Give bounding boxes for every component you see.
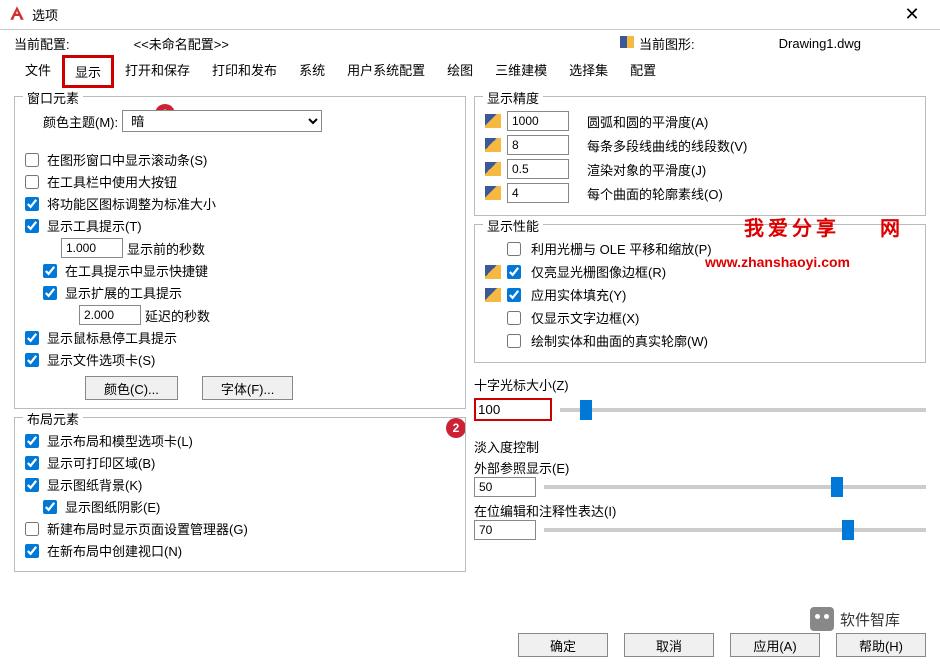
cb-layout-tabs[interactable] xyxy=(25,434,39,448)
arc-smooth-input[interactable] xyxy=(507,111,569,131)
profile-label: 当前配置: xyxy=(14,34,70,53)
tab-plot[interactable]: 打印和发布 xyxy=(201,55,288,88)
crosshair-input[interactable] xyxy=(478,402,548,417)
crosshair-slider[interactable] xyxy=(560,408,926,412)
xref-label: 外部参照显示(E) xyxy=(474,458,926,477)
theme-label: 颜色主题(M): xyxy=(43,112,118,131)
cb-true-sil[interactable] xyxy=(507,334,521,348)
wechat-icon xyxy=(810,607,834,631)
brand-icon xyxy=(485,138,501,152)
edit-input[interactable] xyxy=(474,520,536,540)
cb-tooltip-ext[interactable] xyxy=(43,286,57,300)
tab-drafting[interactable]: 绘图 xyxy=(436,55,484,88)
cb-tooltip[interactable] xyxy=(25,219,39,233)
cb-pan-ole[interactable] xyxy=(507,242,521,256)
seg-input[interactable] xyxy=(507,135,569,155)
cb-print-area[interactable] xyxy=(25,456,39,470)
group-title: 窗口元素 xyxy=(23,88,83,107)
crosshair-label: 十字光标大小(Z) xyxy=(474,375,926,394)
tab-file[interactable]: 文件 xyxy=(14,55,62,88)
cb-text-frame[interactable] xyxy=(507,311,521,325)
brand-icon xyxy=(485,114,501,128)
cb-paper-shadow[interactable] xyxy=(43,500,57,514)
brand-icon xyxy=(485,162,501,176)
group-display-precision: 显示精度 圆弧和圆的平滑度(A) 每条多段线曲线的线段数(V) 渲染对象的平滑度… xyxy=(474,96,926,216)
group-crosshair: 十字光标大小(Z) xyxy=(474,371,926,425)
title-bar: 选项 ✕ xyxy=(0,0,940,30)
group-layout-elements: 布局元素 显示布局和模型选项卡(L) 显示可打印区域(B) 显示图纸背景(K) … xyxy=(14,417,466,572)
brand-icon xyxy=(485,265,501,279)
cb-paper-bg[interactable] xyxy=(25,478,39,492)
group-title: 显示精度 xyxy=(483,88,543,107)
watermark-text-1b: 网 xyxy=(880,212,900,241)
cb-tooltip-shortcut[interactable] xyxy=(43,264,57,278)
group-title: 布局元素 xyxy=(23,409,83,428)
xref-slider[interactable] xyxy=(544,485,926,489)
cb-file-tabs[interactable] xyxy=(25,353,39,367)
watermark-text-1a: 我爱分享 xyxy=(744,212,840,241)
ok-button[interactable]: 确定 xyxy=(518,633,608,657)
cancel-button[interactable]: 取消 xyxy=(624,633,714,657)
cb-bigbtn[interactable] xyxy=(25,175,39,189)
fade-title: 淡入度控制 xyxy=(474,437,926,456)
group-display-performance: 显示性能 利用光栅与 OLE 平移和缩放(P) 仅亮显光栅图像边框(R) 应用实… xyxy=(474,224,926,363)
cb-scrollbar[interactable] xyxy=(25,153,39,167)
brand-icon xyxy=(485,186,501,200)
tab-open-save[interactable]: 打开和保存 xyxy=(114,55,201,88)
window-title: 选项 xyxy=(32,5,892,24)
tab-strip: 文件 显示 打开和保存 打印和发布 系统 用户系统配置 绘图 三维建模 选择集 … xyxy=(0,55,940,88)
help-button[interactable]: 帮助(H) xyxy=(836,633,926,657)
cb-hover-tip[interactable] xyxy=(25,331,39,345)
font-button[interactable]: 字体(F)... xyxy=(202,376,293,400)
tooltip-delay-input[interactable] xyxy=(79,305,141,325)
cb-solid-fill[interactable] xyxy=(507,288,521,302)
edit-label: 在位编辑和注释性表达(I) xyxy=(474,501,926,520)
theme-select[interactable]: 暗 xyxy=(122,110,322,132)
tooltip-sec-input[interactable] xyxy=(61,238,123,258)
xref-input[interactable] xyxy=(474,477,536,497)
tab-display[interactable]: 显示 xyxy=(62,55,114,88)
header-info: 当前配置: <<未命名配置>> 当前图形: Drawing1.dwg xyxy=(0,30,940,55)
watermark-text-3: 软件智库 xyxy=(810,607,900,631)
render-input[interactable] xyxy=(507,159,569,179)
color-button[interactable]: 颜色(C)... xyxy=(85,376,178,400)
profile-value: <<未命名配置>> xyxy=(134,34,229,53)
watermark-text-2: www.zhanshaoyi.com xyxy=(705,254,850,270)
dwg-icon xyxy=(619,34,635,53)
surf-input[interactable] xyxy=(507,183,569,203)
drawing-value: Drawing1.dwg xyxy=(779,36,861,51)
tab-profiles[interactable]: 配置 xyxy=(619,55,667,88)
apply-button[interactable]: 应用(A) xyxy=(730,633,820,657)
tab-system[interactable]: 系统 xyxy=(288,55,336,88)
brand-icon xyxy=(485,288,501,302)
cb-ribbon-std[interactable] xyxy=(25,197,39,211)
edit-slider[interactable] xyxy=(544,528,926,532)
cb-page-setup[interactable] xyxy=(25,522,39,536)
group-fade-control: 淡入度控制 外部参照显示(E) 在位编辑和注释性表达(I) xyxy=(474,433,926,544)
tab-selection[interactable]: 选择集 xyxy=(558,55,619,88)
group-window-elements: 窗口元素 颜色主题(M): 暗 在图形窗口中显示滚动条(S) 在工具栏中使用大按… xyxy=(14,96,466,409)
group-title: 显示性能 xyxy=(483,216,543,235)
drawing-label: 当前图形: xyxy=(639,34,695,53)
cb-raster-frame[interactable] xyxy=(507,265,521,279)
tab-user[interactable]: 用户系统配置 xyxy=(336,55,436,88)
close-icon[interactable]: ✕ xyxy=(892,4,932,25)
footer-buttons: 确定 取消 应用(A) 帮助(H) xyxy=(518,633,926,657)
tab-3d[interactable]: 三维建模 xyxy=(484,55,558,88)
cb-create-vp[interactable] xyxy=(25,544,39,558)
app-icon xyxy=(8,4,32,25)
